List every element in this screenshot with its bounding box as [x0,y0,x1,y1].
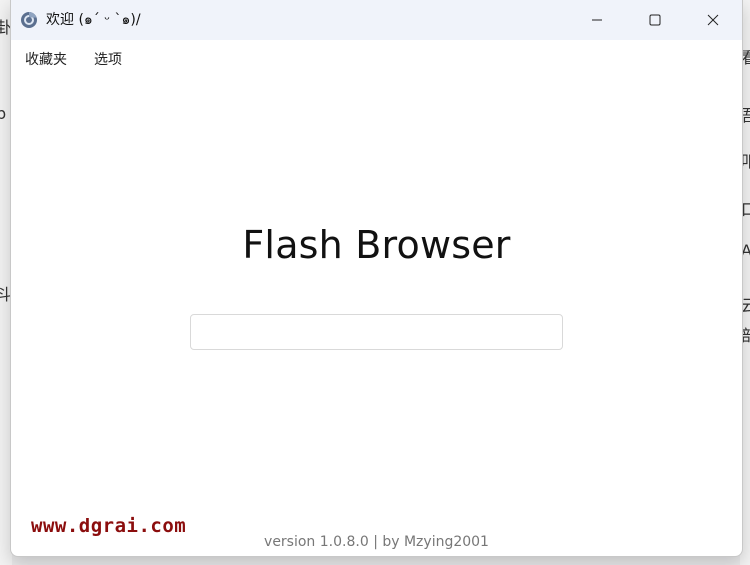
menu-bar: 收藏夹 选项 [11,40,742,78]
background-text: p [0,104,7,123]
address-search-input[interactable] [190,314,563,350]
maximize-button[interactable] [626,0,684,40]
close-button[interactable] [684,0,742,40]
close-icon [707,11,719,30]
app-window: 欢迎 (๑ˊ ᵕ ˋ๑)/ 收藏夹 选项 Flash Browser versi… [10,0,743,557]
window-title: 欢迎 (๑ˊ ᵕ ˋ๑)/ [46,12,141,28]
browser-icon [20,11,38,29]
menu-item-options[interactable]: 选项 [94,49,122,69]
menu-item-favorites[interactable]: 收藏夹 [25,49,67,69]
watermark-text: www.dgrai.com [31,515,187,537]
page-title: Flash Browser [242,223,511,267]
window-controls [568,0,742,40]
start-page: Flash Browser version 1.0.8.0 | by Mzyin… [11,78,742,556]
minimize-button[interactable] [568,0,626,40]
minimize-icon [591,11,603,30]
maximize-icon [649,11,661,30]
title-bar[interactable]: 欢迎 (๑ˊ ᵕ ˋ๑)/ [11,0,742,40]
